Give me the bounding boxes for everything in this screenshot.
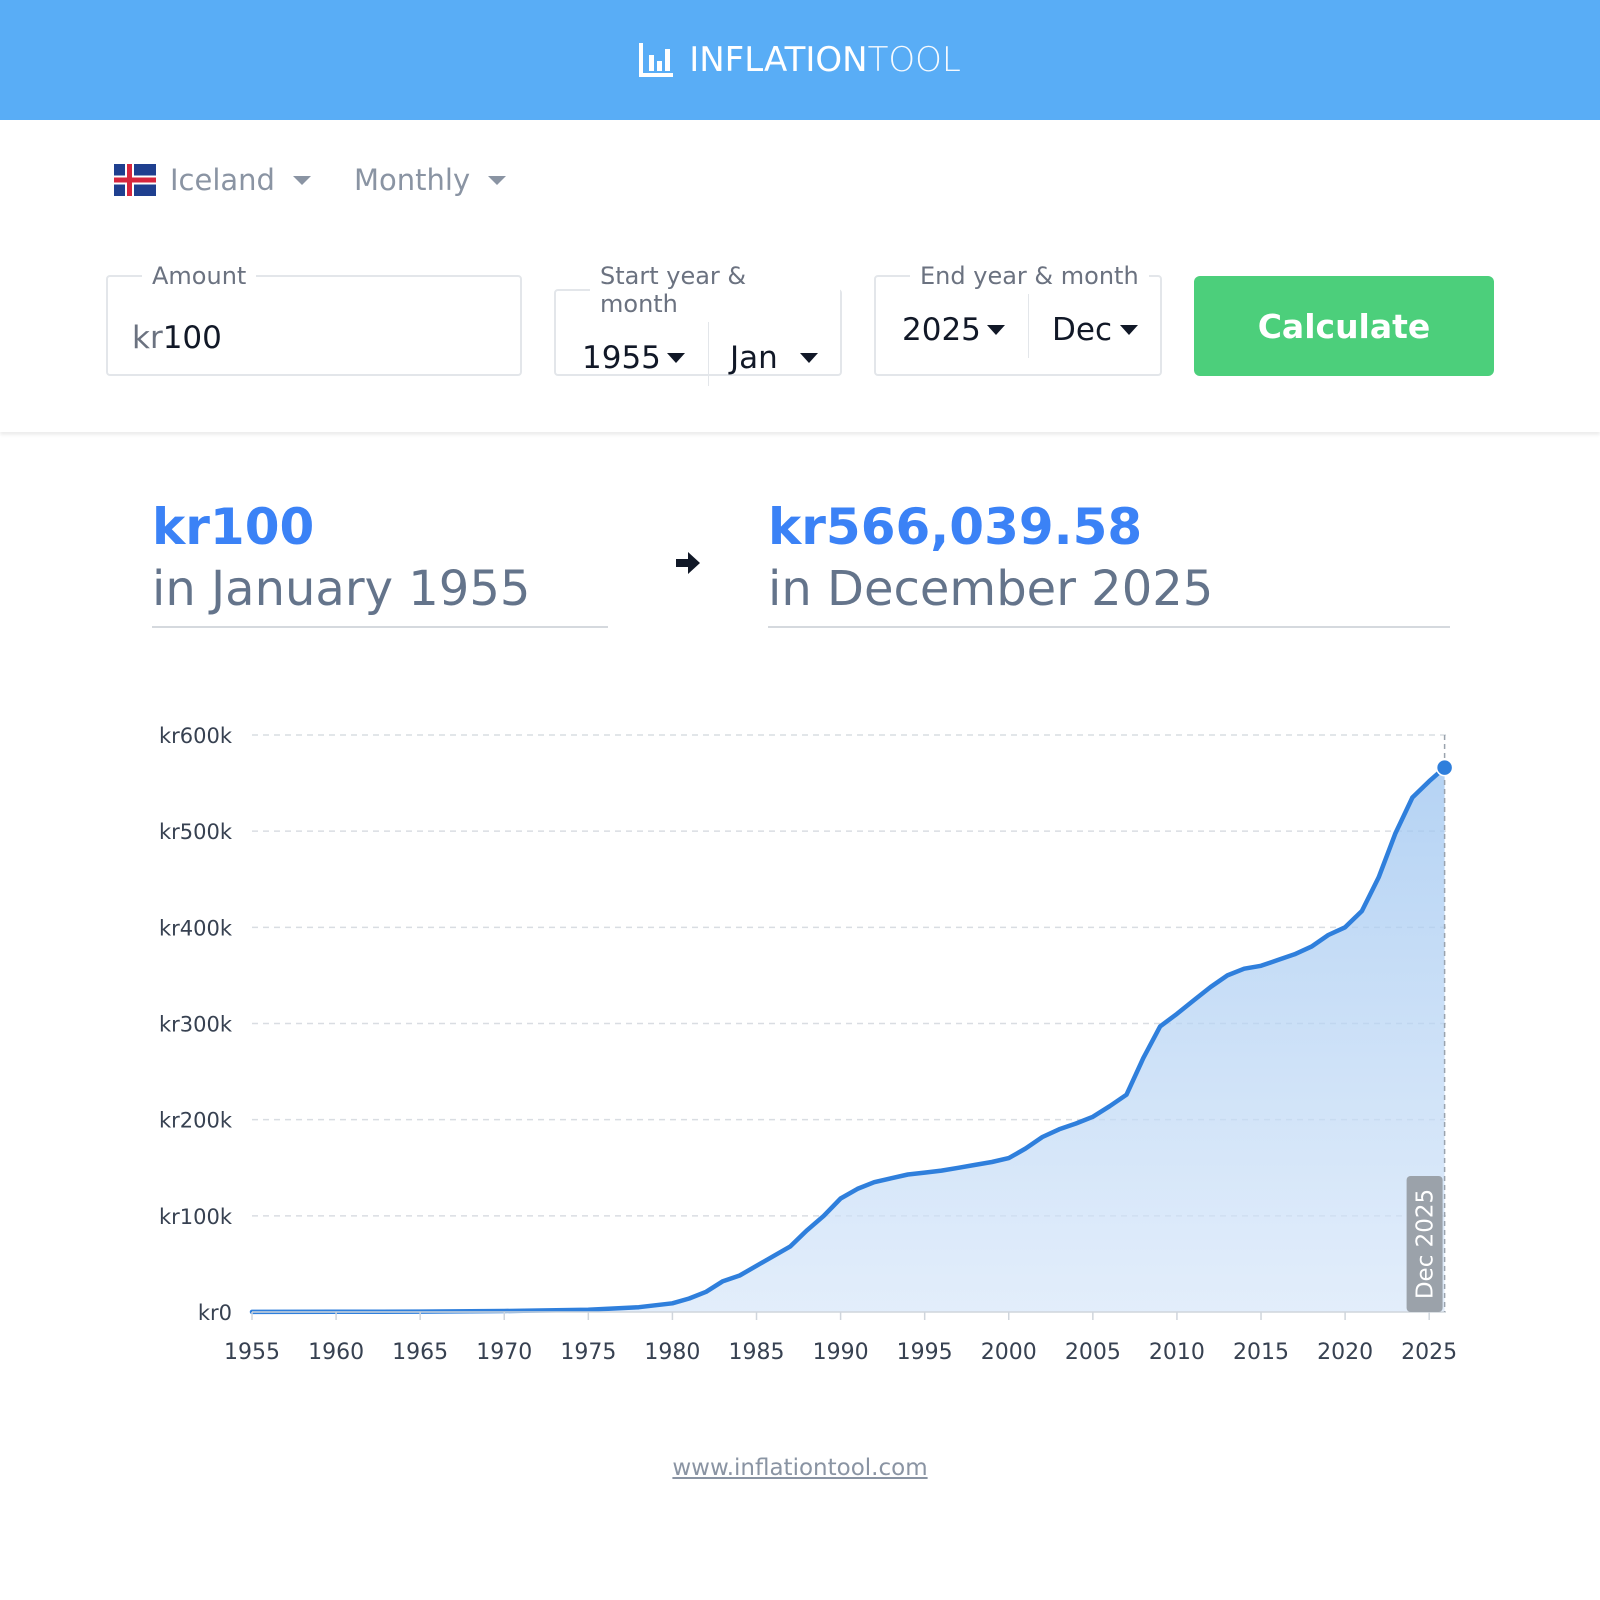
start-month-value: Jan — [730, 340, 778, 376]
y-tick-label: kr100k — [159, 1205, 233, 1229]
chevron-down-icon — [986, 325, 1005, 335]
inflation-chart: kr0 kr100k kr200k kr300k kr400k kr500k kr600k 1… — [159, 724, 1457, 1365]
result-to: kr566,039.58 in December 2025 — [768, 496, 1213, 620]
y-tick-label: kr300k — [159, 1013, 233, 1037]
end-month-value: Dec — [1052, 312, 1112, 348]
website-link[interactable]: www.inflationtool.com — [0, 1455, 1600, 1481]
from-amount: kr100 — [152, 498, 315, 556]
end-year-select[interactable]: 2025 — [902, 290, 1005, 370]
series-area — [252, 767, 1445, 1312]
start-year-select[interactable]: 1955 — [582, 318, 685, 398]
x-tick-label: 2020 — [1317, 1340, 1373, 1365]
x-tick-label: 1975 — [560, 1340, 616, 1365]
x-tick-label: 1955 — [224, 1340, 280, 1365]
chevron-down-icon — [488, 175, 507, 185]
end-date-field: End year & month 2025 Dec — [874, 262, 1162, 376]
y-tick-label: kr0 — [198, 1301, 232, 1325]
x-tick-label: 1985 — [729, 1340, 785, 1365]
end-legend: End year & month — [920, 262, 1139, 290]
x-tick-label: 1980 — [644, 1340, 700, 1365]
date-badge-label: Dec 2025 — [1413, 1189, 1439, 1299]
x-tick-label: 1965 — [392, 1340, 448, 1365]
x-tick-label: 2025 — [1401, 1340, 1457, 1365]
chevron-down-icon — [799, 353, 818, 363]
from-date: in January 1955 — [152, 561, 531, 617]
end-month-select[interactable]: Dec — [1052, 290, 1138, 370]
start-month-select[interactable]: Jan — [730, 318, 818, 398]
y-tick-label: kr600k — [159, 724, 233, 748]
iceland-flag-icon — [114, 164, 156, 196]
y-tick-label: kr200k — [159, 1109, 233, 1133]
to-underline — [768, 626, 1450, 628]
select-divider — [1028, 294, 1029, 358]
end-point-marker — [1435, 758, 1454, 777]
x-tick-label: 1960 — [308, 1340, 364, 1365]
amount-legend: Amount — [152, 262, 247, 290]
frequency-selector[interactable]: Monthly — [354, 160, 507, 200]
from-underline — [152, 626, 608, 628]
currency-prefix: kr — [132, 320, 163, 356]
y-tick-label: kr500k — [159, 820, 233, 844]
to-amount: kr566,039.58 — [768, 498, 1143, 556]
end-year-value: 2025 — [902, 312, 981, 348]
calculate-button[interactable]: Calculate — [1194, 276, 1494, 376]
x-tick-label: 1990 — [813, 1340, 869, 1365]
amount-input[interactable] — [162, 320, 463, 356]
amount-field: Amount kr — [106, 262, 522, 376]
start-date-field: Start year & month 1955 Jan — [554, 262, 842, 386]
x-tick-label: 2010 — [1149, 1340, 1205, 1365]
logo[interactable]: INFLATIONTOOL — [639, 40, 961, 80]
x-tick-label: 2000 — [981, 1340, 1037, 1365]
select-divider — [708, 322, 709, 386]
y-tick-label: kr400k — [159, 916, 233, 940]
result-from: kr100 in January 1955 — [152, 496, 530, 620]
country-label: Iceland — [170, 163, 275, 197]
header-bar: INFLATIONTOOL — [0, 0, 1600, 120]
bar-chart-icon — [639, 43, 674, 77]
x-tick-label: 2005 — [1065, 1340, 1121, 1365]
chevron-down-icon — [666, 353, 685, 363]
start-year-value: 1955 — [582, 340, 661, 376]
x-tick-label: 1995 — [897, 1340, 953, 1365]
frequency-label: Monthly — [354, 163, 471, 197]
to-date: in December 2025 — [768, 561, 1214, 617]
country-selector[interactable]: Iceland — [114, 160, 311, 200]
x-tick-label: 1970 — [476, 1340, 532, 1365]
logo-text: INFLATIONTOOL — [689, 40, 961, 80]
x-tick-label: 2015 — [1233, 1340, 1289, 1365]
arrow-right-icon — [676, 552, 700, 574]
chevron-down-icon — [292, 175, 311, 185]
chevron-down-icon — [1120, 325, 1138, 335]
start-legend: Start year & month — [600, 262, 747, 318]
